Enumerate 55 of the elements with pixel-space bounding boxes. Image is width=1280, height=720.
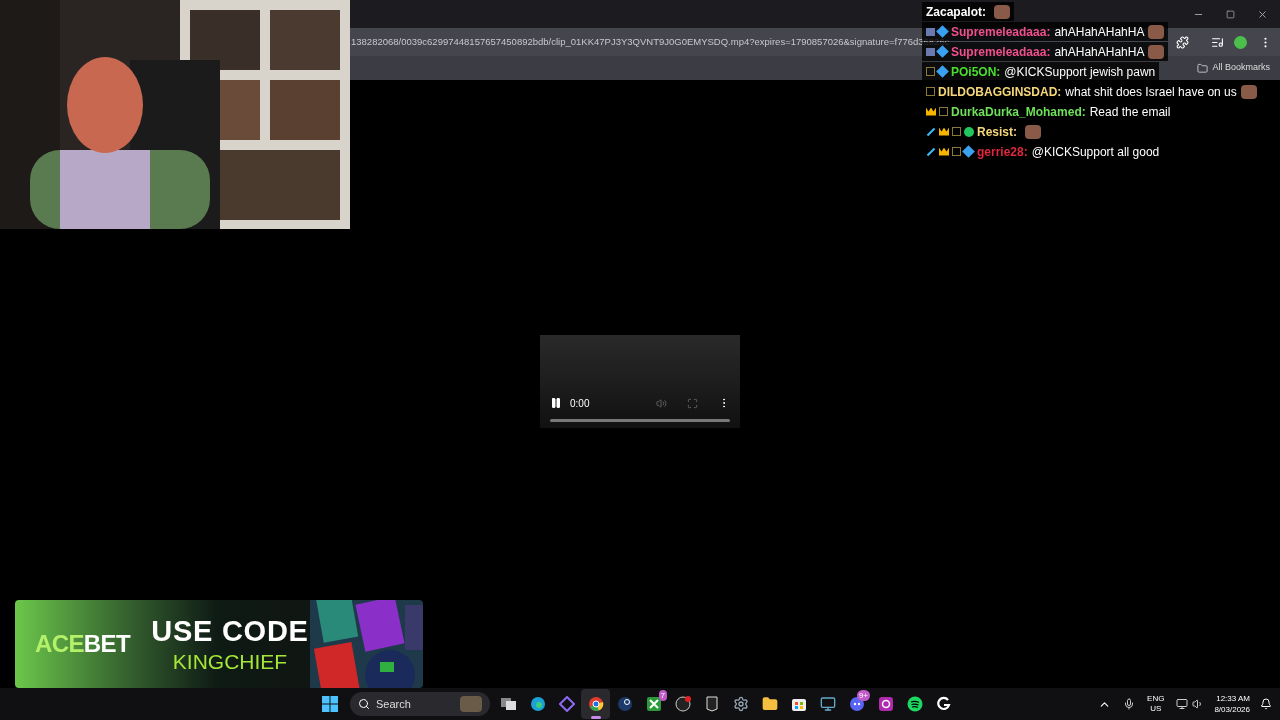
extensions-icon[interactable] xyxy=(1176,35,1189,49)
taskbar-app[interactable] xyxy=(581,689,610,719)
chat-message: ahAHahAHahHA xyxy=(1054,23,1145,41)
chat-username[interactable]: gerrie28: xyxy=(977,142,1028,161)
video-player[interactable]: 0:00 xyxy=(540,335,740,428)
microphone-icon[interactable] xyxy=(1123,698,1136,710)
xbox-icon xyxy=(645,696,662,712)
monitor-icon xyxy=(819,696,836,712)
task-view-icon xyxy=(501,698,516,710)
media-icon[interactable] xyxy=(1211,35,1224,49)
close-icon[interactable] xyxy=(1257,8,1268,20)
chat-message: ahAHahAHahHA xyxy=(1054,43,1145,61)
chat-username[interactable]: Zacapalot: xyxy=(926,2,986,21)
notification-badge: 7 xyxy=(658,690,667,701)
chat-message: Read the email xyxy=(1089,103,1171,121)
language-indicator[interactable]: ENG US xyxy=(1147,694,1165,714)
taskbar-app[interactable]: 7 xyxy=(639,689,668,719)
chat-username[interactable]: POi5ON: xyxy=(951,62,1001,81)
diamond-icon xyxy=(558,696,575,712)
chat-message: @KICKSupport all good xyxy=(1031,143,1160,161)
clock[interactable]: 12:33 AM 8/03/2026 xyxy=(1214,693,1250,715)
chat-username[interactable]: Supremeleadaaa: xyxy=(951,22,1051,41)
camera-icon xyxy=(877,696,894,712)
search-icon xyxy=(358,698,370,710)
g-logo-icon xyxy=(935,696,952,712)
pause-button[interactable] xyxy=(550,397,562,409)
notification-badge: 9+ xyxy=(856,690,870,701)
taskbar-app[interactable]: 9+ xyxy=(842,689,871,719)
start-icon[interactable] xyxy=(322,696,338,712)
brand-logo: ACEBET xyxy=(34,629,131,659)
chat-message: @KICKSupport jewish pawn xyxy=(1004,63,1156,81)
chrome-icon xyxy=(587,696,604,712)
spotify-icon xyxy=(906,696,923,712)
bookmarks-label[interactable]: All Bookmarks xyxy=(1212,61,1270,75)
time-display: 0:00 xyxy=(570,396,590,411)
ad-headline: USE CODE xyxy=(151,613,309,649)
folder-icon xyxy=(761,696,778,712)
settings-icon xyxy=(732,696,749,712)
restore-icon[interactable] xyxy=(1226,9,1235,19)
promo-code: KINGCHIEF xyxy=(172,649,288,675)
progress-track[interactable] xyxy=(550,419,730,422)
network-icon[interactable] xyxy=(1176,698,1189,710)
chat-message: what shit does Israel have on us xyxy=(1065,83,1237,101)
url-text[interactable]: 138282068/0039c62997448157657450892bdb/clip_01KK47PJ3Y3QVNT9J0G0EMYSDQ.mp4?expires=1790857026&signature=f776d36826c xyxy=(351,34,950,50)
shield-icon xyxy=(703,696,720,712)
folder-icon[interactable] xyxy=(1197,62,1209,74)
chat-username[interactable]: DILDOBAGGINSDAD: xyxy=(938,82,1062,101)
search-field[interactable]: Search xyxy=(350,692,490,716)
chat-username[interactable]: Supremeleadaaa: xyxy=(951,42,1051,61)
profile-icon[interactable] xyxy=(1234,35,1247,49)
notification-icon[interactable] xyxy=(1260,698,1272,710)
store-icon xyxy=(790,696,807,712)
fullscreen-icon[interactable] xyxy=(687,397,698,409)
chat-username[interactable]: DurkaDurka_Mohamed: xyxy=(951,102,1086,121)
chat-username[interactable]: Resist: xyxy=(977,122,1017,141)
